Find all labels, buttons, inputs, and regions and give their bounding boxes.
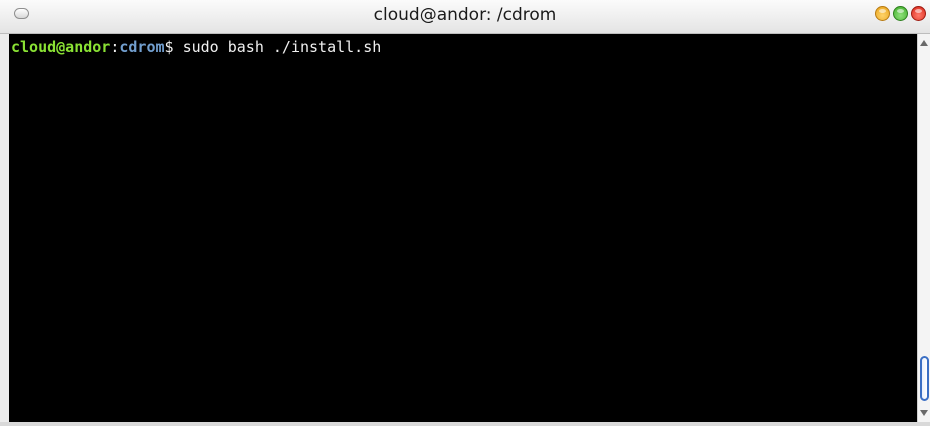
scroll-thumb[interactable]	[920, 356, 929, 401]
prompt-directory: cdrom	[119, 38, 165, 56]
window-controls	[875, 6, 926, 22]
scroll-down-arrow-icon[interactable]	[920, 410, 928, 416]
scroll-up-arrow-icon[interactable]	[920, 40, 928, 46]
close-icon[interactable]	[911, 6, 926, 21]
terminal-area[interactable]: cloud@andor:cdrom$ sudo bash ./install.s…	[9, 34, 917, 422]
command-text: sudo bash ./install.sh	[182, 38, 382, 56]
vertical-scrollbar[interactable]	[917, 34, 930, 422]
terminal-window: cloud@andor: /cdrom cloud@andor:cdrom$ s…	[0, 0, 930, 426]
window-title: cloud@andor: /cdrom	[373, 5, 557, 25]
prompt-user-host: cloud@andor	[11, 38, 111, 56]
title-bar[interactable]: cloud@andor: /cdrom	[0, 0, 930, 34]
minimize-icon[interactable]	[875, 6, 890, 21]
terminal-command-line: cloud@andor:cdrom$ sudo bash ./install.s…	[11, 38, 381, 56]
maximize-icon[interactable]	[893, 6, 908, 21]
prompt-symbol: $	[164, 38, 183, 56]
window-bottom-edge	[0, 422, 930, 426]
